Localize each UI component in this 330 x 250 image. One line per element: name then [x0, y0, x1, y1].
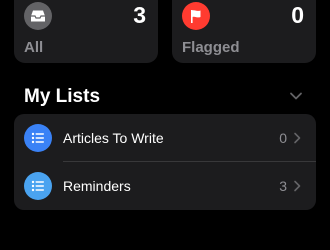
list-name: Articles To Write: [63, 130, 164, 146]
flagged-label: Flagged: [182, 39, 240, 56]
flagged-smart-list-card[interactable]: 0 Flagged: [172, 0, 316, 63]
list-count: 0: [279, 130, 287, 146]
list-item-articles-to-write[interactable]: Articles To Write 0: [14, 114, 316, 162]
list-name: Reminders: [63, 178, 131, 194]
chevron-down-icon[interactable]: [289, 90, 303, 102]
flag-icon: [182, 2, 210, 30]
tray-icon: [24, 2, 52, 30]
list-item-reminders[interactable]: Reminders 3: [14, 162, 316, 210]
list-bullet-icon: [24, 124, 52, 152]
my-lists-heading: My Lists: [24, 86, 101, 107]
all-count: 3: [133, 2, 146, 28]
my-lists-group: Articles To Write 0 Reminders 3: [14, 114, 316, 210]
all-smart-list-card[interactable]: 3 All: [14, 0, 158, 63]
flagged-count: 0: [291, 2, 304, 28]
chevron-right-icon: [294, 180, 301, 192]
reminders-screen: 3 All 0 Flagged My Lists Articles To Wri…: [0, 0, 330, 250]
all-label: All: [24, 39, 44, 56]
list-count: 3: [279, 178, 287, 194]
list-bullet-icon: [24, 172, 52, 200]
chevron-right-icon: [294, 132, 301, 144]
